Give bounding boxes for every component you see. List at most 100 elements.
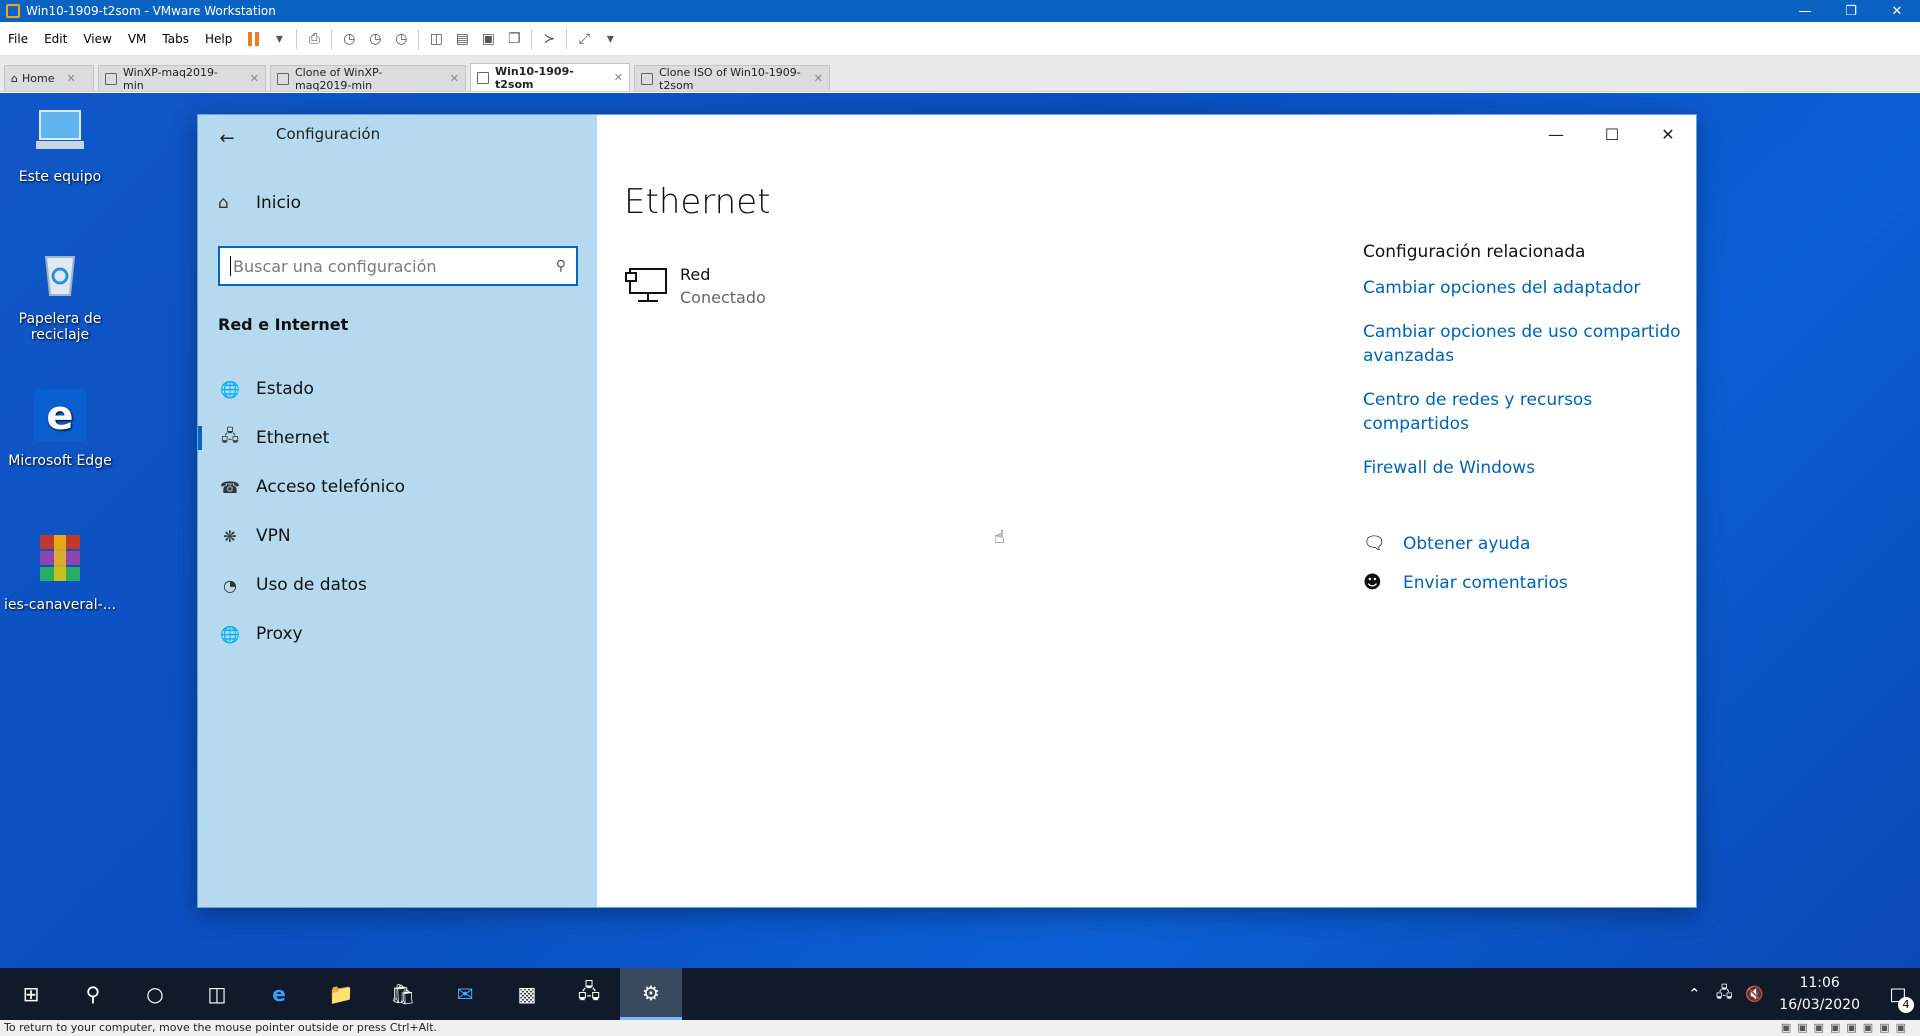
notification-count: 4 xyxy=(1898,996,1914,1013)
menu-edit[interactable]: Edit xyxy=(36,32,75,46)
desktop-icon-este-equipo[interactable]: Este equipo xyxy=(0,103,120,185)
device-status-icons: ▣▣▣▣▣▣▣▣ xyxy=(1780,1021,1912,1034)
unity-icon[interactable]: ❐ xyxy=(501,26,527,52)
notifications-icon[interactable]: □ 4 xyxy=(1876,984,1920,1013)
vmware-close-button[interactable]: ✕ xyxy=(1874,0,1920,22)
tab-close-icon[interactable]: ✕ xyxy=(814,72,823,85)
stretch-icon[interactable]: ⤢ xyxy=(571,26,597,52)
settings-taskbar-icon[interactable]: ⚙ xyxy=(620,968,682,1020)
settings-app-title: Configuración xyxy=(276,125,381,143)
thumbnail-bar-icon[interactable]: ▤ xyxy=(449,26,475,52)
tab-close-icon[interactable]: ✕ xyxy=(66,72,75,85)
related-settings-title: Configuración relacionada xyxy=(1363,242,1586,262)
network-name: Red xyxy=(680,265,711,284)
snapshot-icon[interactable]: ◷ xyxy=(336,26,362,52)
window-title: Win10-1909-t2som - VMware Workstation xyxy=(26,4,276,18)
send-ctrl-alt-del-icon[interactable]: ⎙ xyxy=(301,26,327,52)
sidebar-item-ethernet[interactable]: 🖧 Ethernet xyxy=(198,414,597,462)
minimize-button[interactable]: — xyxy=(1528,115,1584,153)
task-view-icon[interactable]: ◫ xyxy=(186,968,248,1020)
sidebar-item-vpn[interactable]: ❋ VPN xyxy=(198,512,597,560)
link-network-center[interactable]: Centro de redes y recursos compartidos xyxy=(1363,388,1683,436)
clock-time: 11:06 xyxy=(1799,975,1840,991)
start-button[interactable]: ⊞ xyxy=(0,968,62,1020)
tab-clone-winxp[interactable]: Clone of WinXP-maq2019-min ✕ xyxy=(270,65,466,92)
link-adapter-options[interactable]: Cambiar opciones del adaptador xyxy=(1363,276,1683,300)
chevron-up-icon[interactable]: ⌃ xyxy=(1679,985,1709,1003)
sidebar-item-acceso-telefonico[interactable]: ☎ Acceso telefónico xyxy=(198,463,597,511)
guest-desktop: Este equipo Papelera de reciclaje e Micr… xyxy=(0,93,1920,968)
network-tray-icon[interactable]: 🖧 xyxy=(1709,982,1739,1007)
back-arrow-icon[interactable]: ← xyxy=(212,123,242,153)
maximize-button[interactable]: ☐ xyxy=(1584,115,1640,153)
stretch-dropdown-icon[interactable]: ▾ xyxy=(597,26,623,52)
toolbar-separator xyxy=(331,28,333,49)
link-firewall[interactable]: Firewall de Windows xyxy=(1363,456,1683,480)
edge-taskbar-icon[interactable]: e xyxy=(248,968,310,1020)
search-icon[interactable]: ⚲ xyxy=(62,968,124,1020)
data-usage-icon: ◔ xyxy=(223,575,237,595)
menu-help[interactable]: Help xyxy=(197,32,240,46)
tab-winxp[interactable]: WinXP-maq2019-min ✕ xyxy=(98,65,266,92)
console-view-icon[interactable]: ≻ xyxy=(536,26,562,52)
toolbar-separator xyxy=(566,28,568,49)
menu-tabs[interactable]: Tabs xyxy=(154,32,197,46)
page-title: Ethernet xyxy=(624,182,771,222)
sidebar-item-estado[interactable]: 🌐 Estado xyxy=(198,365,597,413)
tab-home[interactable]: ⌂ Home ✕ xyxy=(4,65,94,91)
vmware-minimize-button[interactable]: — xyxy=(1782,0,1828,22)
cortana-icon[interactable]: ○ xyxy=(124,968,186,1020)
menu-file[interactable]: File xyxy=(0,32,36,46)
home-icon: ⌂ xyxy=(11,72,18,85)
link-sharing-options[interactable]: Cambiar opciones de uso compartido avanz… xyxy=(1363,320,1683,368)
taskbar: ⊞ ⚲ ○ ◫ e 📁 🛍 ✉ ▩ 🖧 ⚙ ⌃ 🖧 🔇 11:06 16/03/… xyxy=(0,968,1920,1020)
volume-muted-icon[interactable]: 🔇 xyxy=(1739,985,1769,1003)
store-icon[interactable]: 🛍 xyxy=(372,968,434,1020)
file-explorer-icon[interactable]: 📁 xyxy=(310,968,372,1020)
toolbar-separator xyxy=(418,28,420,49)
snapshot-manager-icon[interactable]: ◷ xyxy=(388,26,414,52)
menu-view[interactable]: View xyxy=(75,32,119,46)
show-library-icon[interactable]: ◫ xyxy=(423,26,449,52)
tab-clone-iso[interactable]: Clone ISO of Win10-1909-t2som ✕ xyxy=(634,65,830,92)
tab-win10[interactable]: Win10-1909-t2som ✕ xyxy=(470,63,630,91)
ethernet-icon: 🖧 xyxy=(221,425,239,445)
mail-icon[interactable]: ✉ xyxy=(434,968,496,1020)
svg-text:e: e xyxy=(46,393,73,439)
system-tray: ⌃ 🖧 🔇 11:06 16/03/2020 □ 4 xyxy=(1679,968,1920,1020)
winrar-icon xyxy=(40,535,80,581)
network-monitor-icon xyxy=(625,268,667,302)
sidebar-item-uso-de-datos[interactable]: ◔ Uso de datos xyxy=(198,561,597,609)
toolbar-separator xyxy=(296,28,298,49)
clock-date: 16/03/2020 xyxy=(1779,997,1860,1013)
sidebar-item-proxy[interactable]: 🌐 Proxy xyxy=(198,610,597,658)
help-chat-icon: 🗨 xyxy=(1363,533,1386,554)
close-button[interactable]: ✕ xyxy=(1640,115,1696,153)
vmware-tab-bar: ⌂ Home ✕ WinXP-maq2019-min ✕ Clone of Wi… xyxy=(0,56,1920,92)
desktop-icon-edge[interactable]: e Microsoft Edge xyxy=(0,387,120,469)
vmware-menubar: File Edit View VM Tabs Help ▾ ⎙ ◷ ◷ ◷ ◫ … xyxy=(0,22,1920,56)
terminal-icon[interactable]: ▩ xyxy=(496,968,558,1020)
revert-snapshot-icon[interactable]: ◷ xyxy=(362,26,388,52)
globe-status-icon: 🌐 xyxy=(220,379,240,399)
settings-sidebar: ← Configuración ⌂ Inicio Buscar una conf… xyxy=(198,115,597,907)
network-app-icon[interactable]: 🖧 xyxy=(558,968,620,1020)
vmware-restore-button[interactable]: ❐ xyxy=(1828,0,1874,22)
search-input[interactable]: Buscar una configuración ⚲ xyxy=(218,246,578,286)
desktop-icon-winrar[interactable]: ies-canaveral-... xyxy=(0,531,120,613)
get-help-link[interactable]: 🗨 Obtener ayuda xyxy=(1363,533,1530,554)
menu-vm[interactable]: VM xyxy=(120,32,155,46)
pause-icon[interactable] xyxy=(240,26,266,52)
nav-home[interactable]: ⌂ Inicio xyxy=(218,193,301,213)
pause-dropdown-icon[interactable]: ▾ xyxy=(266,26,292,52)
edge-icon: e xyxy=(34,389,86,441)
tab-close-icon[interactable]: ✕ xyxy=(450,72,459,85)
network-connection-item[interactable]: Red Conectado xyxy=(624,265,766,307)
clock[interactable]: 11:06 16/03/2020 xyxy=(1779,972,1860,1016)
desktop-icon-papelera[interactable]: Papelera de reciclaje xyxy=(0,245,120,343)
network-status: Conectado xyxy=(680,288,766,307)
tab-close-icon[interactable]: ✕ xyxy=(614,71,623,84)
tab-close-icon[interactable]: ✕ xyxy=(250,72,259,85)
send-feedback-link[interactable]: ☻ Enviar comentarios xyxy=(1363,572,1568,593)
full-screen-icon[interactable]: ▣ xyxy=(475,26,501,52)
